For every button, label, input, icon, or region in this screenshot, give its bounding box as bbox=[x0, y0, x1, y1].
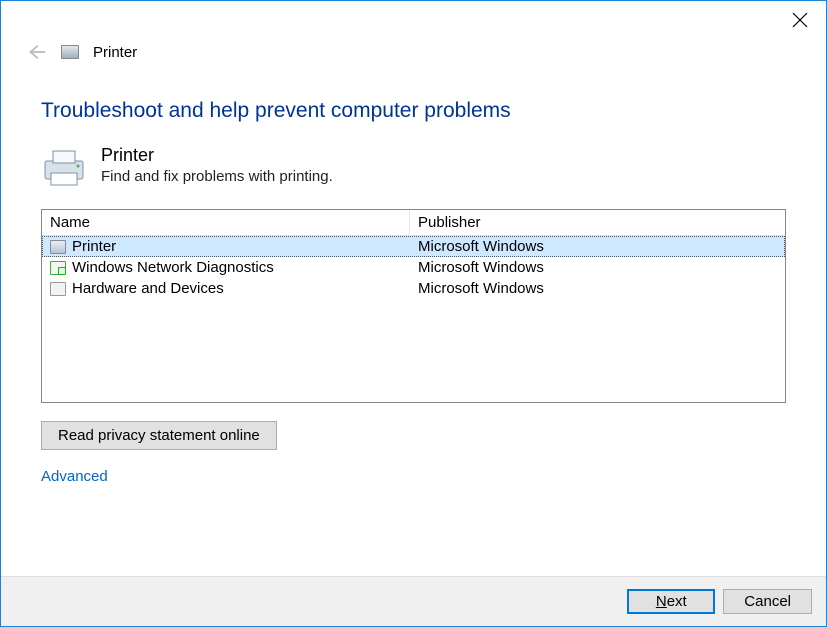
net-icon bbox=[50, 261, 66, 275]
column-name[interactable]: Name bbox=[42, 210, 410, 235]
list-header: Name Publisher bbox=[42, 210, 785, 236]
troubleshooter-header: Printer Find and fix problems with print… bbox=[41, 145, 786, 187]
list-item-name: Windows Network Diagnostics bbox=[72, 259, 274, 276]
printer-small-icon bbox=[61, 45, 79, 59]
close-icon[interactable] bbox=[792, 12, 808, 28]
list-item-publisher: Microsoft Windows bbox=[410, 258, 785, 277]
list-item[interactable]: Hardware and Devices Microsoft Windows bbox=[42, 278, 785, 299]
cancel-button[interactable]: Cancel bbox=[723, 589, 812, 614]
hw-icon bbox=[50, 282, 66, 296]
list-item[interactable]: Printer Microsoft Windows bbox=[42, 236, 785, 257]
section-title: Printer bbox=[101, 145, 333, 166]
list-item-publisher: Microsoft Windows bbox=[410, 237, 785, 256]
troubleshooter-list[interactable]: Name Publisher PrinterMicrosoft WindowsW… bbox=[41, 209, 786, 403]
printer-icon bbox=[50, 240, 66, 254]
list-item-name: Printer bbox=[72, 238, 116, 255]
section-subtitle: Find and fix problems with printing. bbox=[101, 168, 333, 185]
footer: Next Cancel bbox=[1, 576, 826, 626]
breadcrumb: Printer bbox=[1, 39, 826, 71]
privacy-statement-button[interactable]: Read privacy statement online bbox=[41, 421, 277, 450]
column-publisher[interactable]: Publisher bbox=[410, 210, 785, 235]
troubleshooter-window: Printer Troubleshoot and help prevent co… bbox=[0, 0, 827, 627]
advanced-link[interactable]: Advanced bbox=[41, 468, 108, 485]
list-item-name: Hardware and Devices bbox=[72, 280, 224, 297]
content-area: Troubleshoot and help prevent computer p… bbox=[1, 71, 826, 576]
printer-icon bbox=[41, 147, 87, 187]
breadcrumb-title: Printer bbox=[93, 44, 137, 61]
page-title: Troubleshoot and help prevent computer p… bbox=[41, 99, 786, 123]
titlebar bbox=[1, 1, 826, 39]
back-icon[interactable] bbox=[25, 41, 47, 63]
list-item-publisher: Microsoft Windows bbox=[410, 279, 785, 298]
list-item[interactable]: Windows Network Diagnostics Microsoft Win… bbox=[42, 257, 785, 278]
next-button[interactable]: Next bbox=[627, 589, 715, 614]
